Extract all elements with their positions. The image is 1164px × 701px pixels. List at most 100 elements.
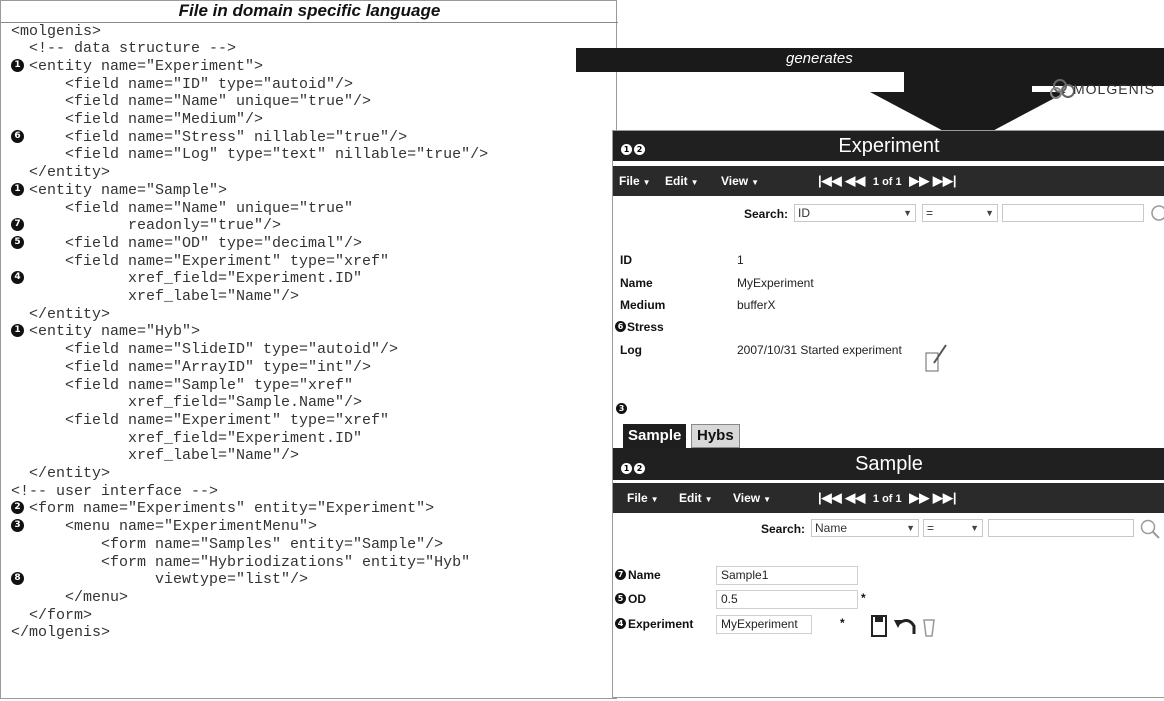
molgenis-logo-text: MOLGENIS: [1073, 81, 1155, 97]
code-line: </form>: [1, 607, 618, 624]
edit-menu[interactable]: Edit ▼: [665, 174, 699, 188]
code-line: <!-- data structure -->: [1, 40, 618, 57]
file-menu[interactable]: File ▼: [627, 491, 659, 505]
code-line: <field name="Sample" type="xref": [1, 377, 618, 394]
code-text: xref_field="Experiment.ID": [11, 270, 363, 288]
first-page-icon[interactable]: |◀◀: [818, 173, 842, 188]
callout-marker: 5: [615, 593, 626, 604]
code-text: <entity name="Hyb">: [11, 323, 201, 341]
code-line: 2 <form name="Experiments" entity="Exper…: [1, 500, 618, 517]
code-text: <molgenis>: [11, 22, 102, 40]
code-text: <field name="ID" type="autoid"/>: [11, 75, 354, 93]
field-row: Log 2007/10/31 Started experiment: [613, 341, 1164, 361]
code-text: <form name="Samples" entity="Sample"/>: [11, 535, 444, 553]
record-actions: [871, 615, 935, 637]
code-line: <field name="Name" unique="true": [1, 200, 618, 217]
pager: |◀◀ ◀◀ 1 of 1 ▶▶ ▶▶|: [818, 490, 957, 506]
code-line: <field name="ID" type="autoid"/>: [1, 76, 618, 93]
field-value: MyExperiment: [737, 276, 814, 290]
next-page-icon[interactable]: ▶▶: [909, 173, 929, 188]
callout-marker: 6: [615, 321, 626, 332]
field-row: 6 Stress: [613, 318, 1164, 338]
code-line: </entity>: [1, 164, 618, 181]
last-page-icon[interactable]: ▶▶|: [933, 173, 957, 188]
field-row: 5 OD 0.5 *: [613, 590, 1164, 610]
first-page-icon[interactable]: |◀◀: [818, 490, 842, 505]
search-label: Search:: [744, 207, 789, 221]
undo-icon[interactable]: [894, 619, 916, 634]
code-line: <field name="ArrayID" type="int"/>: [1, 359, 618, 376]
search-operator-select[interactable]: = ▼: [922, 204, 998, 222]
prev-page-icon[interactable]: ◀◀: [845, 173, 865, 188]
code-line: xref_label="Name"/>: [1, 288, 618, 305]
field-value: 1: [737, 253, 744, 267]
code-line: </molgenis>: [1, 624, 618, 641]
search-label: Search:: [761, 522, 806, 536]
next-page-icon[interactable]: ▶▶: [909, 490, 929, 505]
field-value: 2007/10/31 Started experiment: [737, 343, 902, 357]
edit-menu[interactable]: Edit ▼: [679, 491, 713, 505]
tab-sample[interactable]: Sample: [623, 424, 687, 448]
code-text: readonly="true"/>: [11, 217, 282, 235]
field-label: OD: [628, 592, 646, 606]
search-field-select[interactable]: Name ▼: [811, 519, 919, 537]
code-line: 3 <menu name="ExperimentMenu">: [1, 518, 618, 535]
code-text: <entity name="Sample">: [11, 181, 228, 199]
code-text: <!-- data structure -->: [11, 40, 237, 58]
field-row: 7 Name Sample1: [613, 566, 1164, 586]
field-row: Medium bufferX: [613, 296, 1164, 316]
sample-toolbar: File ▼ Edit ▼ View ▼ |◀◀ ◀◀ 1 of 1 ▶▶ ▶▶|: [613, 483, 1164, 513]
code-text: <field name="Sample" type="xref": [11, 376, 354, 394]
view-menu[interactable]: View ▼: [733, 491, 771, 505]
code-line: </menu>: [1, 589, 618, 606]
prev-page-icon[interactable]: ◀◀: [845, 490, 865, 505]
code-line: 1 <entity name="Experiment">: [1, 58, 618, 75]
code-text: xref_label="Name"/>: [11, 447, 300, 465]
search-field-select[interactable]: ID ▼: [794, 204, 916, 222]
last-page-icon[interactable]: ▶▶|: [933, 490, 957, 505]
code-text: <field name="Stress" nillable="true"/>: [11, 128, 408, 146]
code-panel: File in domain specific language <molgen…: [0, 0, 618, 699]
code-text: </entity>: [11, 465, 111, 482]
code-panel-title: File in domain specific language: [178, 1, 441, 20]
code-text: <menu name="ExperimentMenu">: [11, 518, 318, 536]
code-text: <form name="Experiments" entity="Experim…: [11, 500, 435, 518]
sample-title-bar: 12 Sample: [613, 448, 1164, 480]
search-input[interactable]: [1002, 204, 1144, 222]
code-line: <form name="Samples" entity="Sample"/>: [1, 536, 618, 553]
code-line: </entity>: [1, 465, 618, 482]
save-icon[interactable]: [871, 615, 887, 637]
required-marker: *: [861, 591, 866, 605]
experiment-toolbar: File ▼ Edit ▼ View ▼ |◀◀ ◀◀ 1 of 1 ▶▶ ▶▶|: [613, 166, 1164, 196]
search-operator-select[interactable]: = ▼: [923, 519, 983, 537]
code-text: </entity>: [11, 305, 111, 323]
search-icon[interactable]: [1140, 519, 1160, 539]
field-label: Experiment: [628, 617, 694, 631]
field-input[interactable]: 0.5: [716, 590, 858, 609]
tab-hybs[interactable]: Hybs: [691, 424, 740, 448]
code-text: <field name="Name" unique="true"/>: [11, 93, 372, 111]
field-row: ID 1: [613, 251, 1164, 271]
code-text: <field name="SlideID" type="autoid"/>: [11, 341, 399, 359]
field-input[interactable]: MyExperiment: [716, 615, 812, 634]
field-input[interactable]: Sample1: [716, 566, 858, 585]
pager: |◀◀ ◀◀ 1 of 1 ▶▶ ▶▶|: [818, 173, 957, 189]
code-line: <field name="SlideID" type="autoid"/>: [1, 341, 618, 358]
code-line: </entity>: [1, 306, 618, 323]
field-label: Stress: [627, 320, 664, 334]
search-input[interactable]: [988, 519, 1134, 537]
code-line: 4 xref_field="Experiment.ID": [1, 270, 618, 287]
search-icon[interactable]: [1150, 204, 1164, 224]
code-line: <field name="Log" type="text" nillable="…: [1, 146, 618, 163]
view-menu[interactable]: View ▼: [721, 174, 759, 188]
delete-icon[interactable]: [923, 619, 935, 637]
generates-label: generates: [786, 50, 853, 67]
field-label: ID: [620, 253, 632, 267]
code-text: <field name="Log" type="text" nillable="…: [11, 146, 489, 164]
edit-note-icon[interactable]: [920, 341, 950, 377]
sample-search-row: Search: Name ▼ = ▼: [613, 516, 1164, 542]
code-text: </form>: [11, 606, 93, 624]
file-menu[interactable]: File ▼: [619, 174, 651, 188]
code-line: <field name="Medium"/>: [1, 111, 618, 128]
field-value: bufferX: [737, 298, 776, 312]
